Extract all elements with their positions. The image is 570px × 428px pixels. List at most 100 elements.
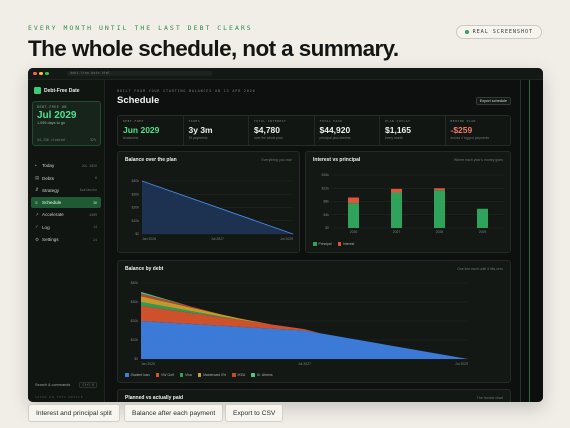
stat-sub: principal plus interest	[319, 135, 351, 140]
search-commands-button[interactable]: Search & commands Ctrl K	[32, 381, 100, 389]
page-title: Schedule	[117, 95, 160, 106]
feature-chip-export-csv[interactable]: Export to CSV	[225, 404, 284, 422]
interest-vs-principal-chart: $16k $12k $8k $4k $0 2026 2027 2028 2029	[322, 173, 504, 234]
nav-label: Settings	[42, 237, 59, 243]
legend-label: Mastercard 0%	[203, 373, 227, 377]
x-tick-label: Jul 2029	[455, 362, 468, 366]
stat-value: $4,780	[254, 124, 280, 135]
x-tick-label: Jul 2029	[280, 237, 293, 241]
nav-icon: ≡	[35, 200, 38, 206]
sidebar-item-settings[interactable]: ⚙ Settings 24	[31, 234, 101, 246]
legend-swatch	[337, 242, 342, 246]
sidebar-item-today[interactable]: • Today JUL 2026	[31, 160, 101, 172]
feature-chip-interest-split[interactable]: Interest and principal split	[28, 404, 120, 422]
stat-behind-plan: BEHIND PLAN -$259 across 4 logged payments	[446, 116, 511, 145]
window-titlebar: debt-free-date.html	[28, 68, 543, 80]
sidebar-item-debts[interactable]: ▤ Debts 6	[31, 172, 101, 184]
stats-row: DEBT-FREE Jun 2029 Avalanche TAKES 3y 3m 39 p…	[117, 115, 511, 146]
export-schedule-button[interactable]: Export schedule	[475, 97, 511, 105]
legend-swatch	[313, 242, 317, 246]
legend-item: Interest	[337, 242, 354, 246]
strip-divider	[529, 80, 530, 402]
balance-by-debt-panel: Balance by debt One line each until it h…	[117, 260, 511, 383]
x-tick-label: Jul 2027	[211, 237, 224, 241]
y-tick-label: $0	[135, 232, 139, 236]
panel-note: The honest chart	[476, 396, 503, 400]
y-tick-label: $8k	[324, 200, 330, 204]
nav-meta: 14	[93, 225, 97, 230]
search-label: Search & commands	[35, 383, 71, 387]
stat-sub: Avalanche	[123, 135, 139, 140]
legend-label: Dr. Ahrens	[256, 373, 273, 377]
balance-over-plan-panel: Balance over the plan Everything you owe…	[117, 151, 300, 253]
y-tick-label: $30k	[132, 192, 140, 196]
feature-chip-balance[interactable]: Balance after each payment	[124, 404, 224, 422]
sidebar-item-schedule[interactable]: ≡ Schedule 36	[31, 196, 101, 209]
stat-sub: every month	[385, 135, 404, 140]
stat-sub: over the whole plan	[254, 135, 283, 140]
minimize-window-icon[interactable]	[39, 71, 43, 76]
nav-icon: ✓	[35, 224, 39, 230]
bar-interest	[348, 197, 359, 204]
stat-takes: TAKES 3y 3m 39 payments	[184, 116, 249, 145]
sidebar-item-strategy[interactable]: ⇵ Strategy Avalanche	[31, 185, 101, 197]
cleared-percent: 32%	[90, 138, 96, 142]
stat-value: 3y 3m	[188, 124, 213, 135]
saved-device-note: SAVED ON THIS DEVICE	[35, 395, 84, 399]
stat-value: $44,920	[319, 124, 351, 135]
interest-legend: Principal Interest	[313, 242, 354, 246]
status-dot-icon	[464, 30, 469, 34]
legend-swatch	[197, 373, 202, 377]
nav-label: Accelerate	[42, 212, 64, 218]
nav-meta: 36	[93, 200, 97, 205]
debt-legend: Student loan VW Golf Visa Mastercard 0% IKEA…	[125, 373, 273, 377]
sidebar-item-accelerate[interactable]: ↗ Accelerate $389	[31, 209, 101, 221]
stat-label: BEHIND PLAN	[450, 119, 476, 123]
legend-swatch	[125, 373, 129, 377]
main-content: BUILT FROM YOUR STARTING BALANCES ON 13 …	[106, 80, 520, 402]
badge-label: REAL SCREENSHOT	[472, 29, 533, 35]
stat-label: DEBT-FREE	[123, 119, 144, 123]
balance-by-debt-chart: $40k $30k $20k $10k $0Jan 2026 Jul 2027 Jul 20…	[131, 281, 468, 366]
bar-principal	[348, 203, 359, 228]
legend-label: IKEA	[237, 373, 246, 377]
url-bar[interactable]: debt-free-date.html	[67, 70, 212, 77]
legend-item: Mastercard 0%	[197, 373, 227, 377]
bar-principal	[434, 190, 445, 228]
bar-interest	[391, 188, 402, 193]
days-to-go: 1,095 days to go	[37, 121, 66, 125]
stat-total-interest: TOTAL INTEREST $4,780 over the whole plan	[249, 116, 315, 145]
legend-swatch	[232, 373, 236, 377]
x-tick-label: Jul 2027	[298, 362, 311, 366]
x-tick-label: Jan 2026	[142, 237, 156, 241]
close-window-icon[interactable]	[33, 71, 37, 76]
debt-free-label: DEBT-FREE ON	[37, 105, 67, 109]
right-edge-strip	[520, 80, 543, 402]
y-tick-label: $40k	[131, 281, 139, 285]
y-tick-label: $0	[134, 357, 138, 361]
nav-meta: Avalanche	[79, 188, 97, 193]
legend-item: Principal	[313, 242, 332, 246]
y-tick-label: $10k	[131, 338, 139, 342]
shortcut-hint: Ctrl K	[79, 382, 97, 388]
real-screenshot-badge: REAL SCREENSHOT	[455, 25, 542, 39]
stat-total-paid: TOTAL PAID $44,920 principal plus interest	[315, 116, 380, 145]
stat-label: TOTAL PAID	[319, 119, 343, 123]
y-tick-label: $16k	[322, 173, 330, 177]
legend-item: Student loan	[125, 373, 150, 377]
nav-icon: •	[35, 163, 37, 169]
interest-vs-principal-panel: Interest vs principal Where each year's …	[305, 151, 511, 253]
sidebar-item-log[interactable]: ✓ Log 14	[31, 221, 101, 233]
sidebar-nav: • Today JUL 2026 ▤ Debts 6 ⇵ Strategy Avalanche ≡…	[31, 160, 101, 246]
debt-free-card: DEBT-FREE ON Jul 2029 1,095 days to go $…	[32, 101, 101, 146]
nav-icon: ↗	[35, 211, 39, 217]
nav-label: Schedule	[42, 200, 62, 206]
bar-principal	[477, 208, 488, 228]
legend-label: Principal	[318, 242, 332, 246]
planned-vs-paid-panel: Planned vs actually paid The honest char…	[117, 389, 511, 402]
y-tick-label: $20k	[131, 319, 139, 323]
nav-label: Log	[42, 224, 50, 230]
x-tick-label: 2029	[479, 230, 487, 234]
maximize-window-icon[interactable]	[45, 71, 49, 76]
y-tick-label: $30k	[131, 300, 139, 304]
